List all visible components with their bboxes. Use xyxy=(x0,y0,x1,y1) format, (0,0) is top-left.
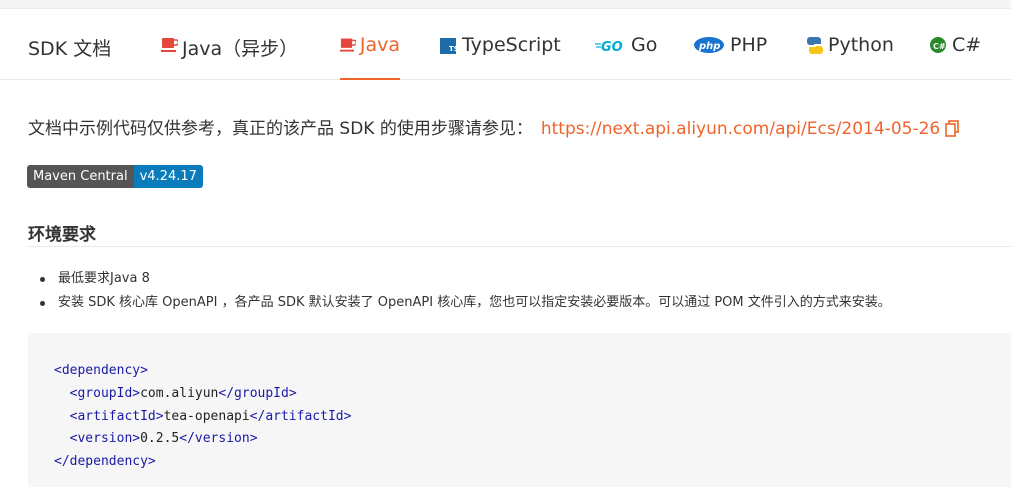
api-reference-link[interactable]: https://next.api.aliyun.com/api/Ecs/2014… xyxy=(541,119,940,139)
copy-icon[interactable] xyxy=(945,120,960,137)
go-icon: GO xyxy=(595,40,623,55)
badge-version: v4.24.17 xyxy=(133,165,203,188)
code-line: </dependency> xyxy=(54,454,156,470)
maven-central-badge[interactable]: Maven Central v4.24.17 xyxy=(27,165,203,188)
tab-python[interactable]: Python xyxy=(806,34,894,80)
tab-typescript[interactable]: TS TypeScript xyxy=(440,34,561,80)
tab-java-async[interactable]: Java（异步） xyxy=(161,34,298,80)
tab-label: Go xyxy=(631,34,658,56)
tab-label: Java（异步） xyxy=(182,38,299,60)
code-line: <groupId>com.aliyun</groupId> xyxy=(69,385,297,401)
list-item: 安装 SDK 核心库 OpenAPI ，各产品 SDK 默认安装了 OpenAP… xyxy=(40,292,891,316)
svg-text:C#: C# xyxy=(933,42,946,51)
svg-text:GO: GO xyxy=(601,40,623,55)
list-item: 最低要求Java 8 xyxy=(40,268,891,292)
csharp-icon: C# xyxy=(930,37,946,53)
code-line: <version>0.2.5</version> xyxy=(69,431,258,447)
tab-java[interactable]: Java xyxy=(340,34,400,80)
section-divider xyxy=(28,246,1011,247)
intro-text: 文档中示例代码仅供参考，真正的该产品 SDK 的使用步骤请参见： xyxy=(28,119,533,139)
tab-php[interactable]: php PHP xyxy=(694,34,767,80)
tab-label: TypeScript xyxy=(462,34,561,56)
section-title: 环境要求 xyxy=(28,225,96,245)
python-icon xyxy=(807,37,823,54)
svg-text:php: php xyxy=(698,41,720,52)
tab-label: PHP xyxy=(730,34,768,56)
code-block: <dependency> <groupId>com.aliyun</groupI… xyxy=(28,333,1011,487)
php-icon: php xyxy=(694,37,724,53)
tab-label: Python xyxy=(828,34,894,56)
svg-text:TS: TS xyxy=(449,45,458,53)
code-line: <artifactId>tea-openapi</artifactId> xyxy=(69,408,352,424)
java-cup-icon xyxy=(161,38,178,52)
typescript-icon: TS xyxy=(440,38,458,54)
code-line: <dependency> xyxy=(54,363,148,378)
tab-label: C# xyxy=(952,34,982,56)
intro-line: 文档中示例代码仅供参考，真正的该产品 SDK 的使用步骤请参见： https://… xyxy=(28,114,960,139)
tab-go[interactable]: GO Go xyxy=(595,34,657,80)
page-title: SDK 文档 xyxy=(28,38,112,60)
java-cup-icon xyxy=(340,38,356,52)
requirements-list: 最低要求Java 8 安装 SDK 核心库 OpenAPI ，各产品 SDK 默… xyxy=(40,268,891,316)
badge-label: Maven Central xyxy=(27,165,134,188)
sdk-tab-bar: SDK 文档 Java（异步） Java TS TypeScript GO Go… xyxy=(0,9,1011,80)
tab-label: Java xyxy=(359,34,400,56)
tab-csharp[interactable]: C# C# xyxy=(930,34,981,80)
top-strip xyxy=(0,0,1011,9)
